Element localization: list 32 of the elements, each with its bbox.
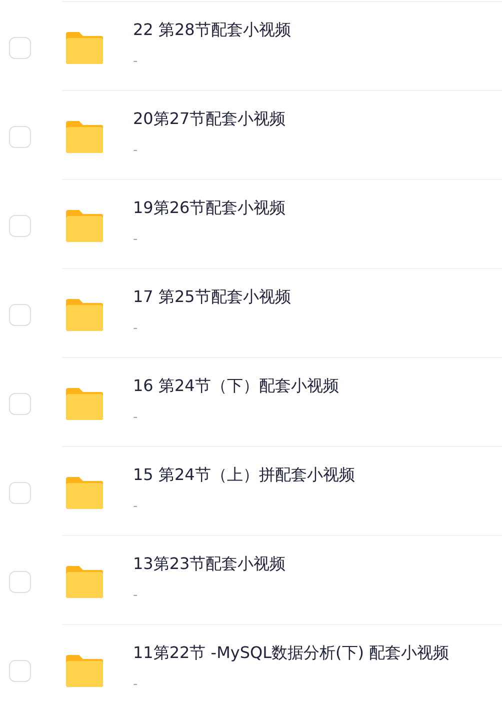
checkbox[interactable] [9, 482, 31, 504]
checkbox[interactable] [9, 36, 31, 58]
folder-icon [66, 476, 103, 508]
folder-name[interactable]: 16 第24节（下）配套小视频 [133, 375, 339, 397]
folder-name[interactable]: 19第26节配套小视频 [133, 197, 286, 219]
checkbox[interactable] [9, 304, 31, 326]
folder-size: - [133, 676, 138, 694]
folder-size: - [133, 498, 138, 516]
folder-name[interactable]: 20第27节配套小视频 [133, 108, 286, 130]
checkbox[interactable] [9, 392, 31, 414]
folder-icon [66, 654, 103, 686]
checkbox[interactable] [9, 660, 31, 682]
folder-size: - [133, 231, 138, 249]
folder-icon [66, 298, 103, 330]
folder-name[interactable]: 22 第28节配套小视频 [133, 19, 291, 41]
folder-name[interactable]: 17 第25节配套小视频 [133, 286, 291, 308]
checkbox[interactable] [9, 570, 31, 592]
folder-icon [66, 388, 103, 420]
folder-size: - [133, 587, 138, 605]
folder-icon [66, 210, 103, 242]
folder-icon [66, 120, 103, 152]
folder-icon [66, 32, 103, 64]
folder-name[interactable]: 13第23节配套小视频 [133, 553, 286, 575]
checkbox[interactable] [9, 126, 31, 148]
checkbox[interactable] [9, 214, 31, 236]
folder-size: - [133, 320, 138, 338]
folder-size: - [133, 409, 138, 427]
folder-name[interactable]: 11第22节 -MySQL数据分析(下) 配套小视频 [133, 642, 450, 664]
folder-name[interactable]: 15 第24节（上）拼配套小视频 [133, 464, 355, 486]
folder-icon [66, 566, 103, 598]
folder-size: - [133, 142, 138, 160]
folder-size: - [133, 53, 138, 71]
